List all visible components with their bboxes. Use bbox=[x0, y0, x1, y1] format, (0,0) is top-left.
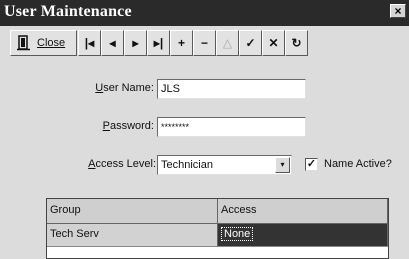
refresh-record-button[interactable]: ↻ bbox=[285, 30, 308, 56]
prev-icon: ◂ bbox=[109, 36, 116, 50]
name-active-checkbox[interactable]: ✓ bbox=[305, 158, 318, 171]
cell-access[interactable]: None bbox=[218, 224, 388, 246]
password-label: Password: bbox=[102, 120, 154, 132]
check-icon: ✓ bbox=[245, 36, 256, 50]
user-name-value: JLS bbox=[161, 83, 180, 95]
cell-access-value: None bbox=[221, 227, 254, 241]
delete-record-button[interactable]: − bbox=[193, 30, 216, 56]
next-record-button[interactable]: ▸ bbox=[124, 30, 147, 56]
x-icon: ✕ bbox=[268, 36, 279, 50]
title-bar[interactable]: User Maintenance × bbox=[0, 0, 409, 26]
last-record-button[interactable]: ▸| bbox=[147, 30, 170, 56]
minus-icon: − bbox=[200, 36, 208, 50]
add-record-button[interactable]: + bbox=[170, 30, 193, 56]
password-field[interactable]: ******** bbox=[157, 117, 306, 137]
name-active-label: Name Active? bbox=[324, 158, 392, 170]
last-icon: ▸| bbox=[153, 36, 164, 50]
password-value: ******** bbox=[161, 122, 190, 132]
first-record-button[interactable]: |◂ bbox=[78, 30, 101, 56]
cancel-record-button[interactable]: ✕ bbox=[262, 30, 285, 56]
user-name-label: User Name: bbox=[95, 82, 154, 94]
triangle-icon: △ bbox=[222, 36, 233, 50]
user-name-field[interactable]: JLS bbox=[157, 79, 306, 99]
dropdown-arrow-icon[interactable]: ▾ bbox=[275, 157, 290, 173]
door-exit-icon bbox=[17, 35, 31, 51]
column-header-group[interactable]: Group bbox=[47, 199, 218, 223]
prev-record-button[interactable]: ◂ bbox=[101, 30, 124, 56]
next-icon: ▸ bbox=[132, 36, 139, 50]
group-access-grid: Group Access Tech Serv None bbox=[46, 198, 389, 259]
post-record-button[interactable]: ✓ bbox=[239, 30, 262, 56]
column-header-access[interactable]: Access bbox=[218, 199, 388, 223]
access-level-value: Technician bbox=[161, 159, 213, 171]
edit-record-button: △ bbox=[216, 30, 239, 56]
table-row[interactable]: Tech Serv None bbox=[47, 224, 388, 247]
window-title: User Maintenance bbox=[4, 3, 132, 20]
window-close-button[interactable]: × bbox=[390, 4, 406, 18]
access-level-label: Access Level: bbox=[88, 158, 156, 170]
user-maintenance-window: User Maintenance × Close |◂ ◂ ▸ ▸| + − △ ✓ ✕ ↻ Us… bbox=[0, 0, 409, 259]
first-icon: |◂ bbox=[84, 36, 95, 50]
refresh-icon: ↻ bbox=[291, 36, 302, 50]
grid-header: Group Access bbox=[47, 199, 388, 224]
cell-group[interactable]: Tech Serv bbox=[47, 224, 218, 246]
toolbar: Close |◂ ◂ ▸ ▸| + − △ ✓ ✕ ↻ bbox=[10, 30, 330, 56]
close-button-label: Close bbox=[37, 37, 66, 49]
access-level-select[interactable]: Technician ▾ bbox=[157, 155, 292, 175]
plus-icon: + bbox=[177, 36, 185, 50]
close-button[interactable]: Close bbox=[10, 30, 77, 56]
